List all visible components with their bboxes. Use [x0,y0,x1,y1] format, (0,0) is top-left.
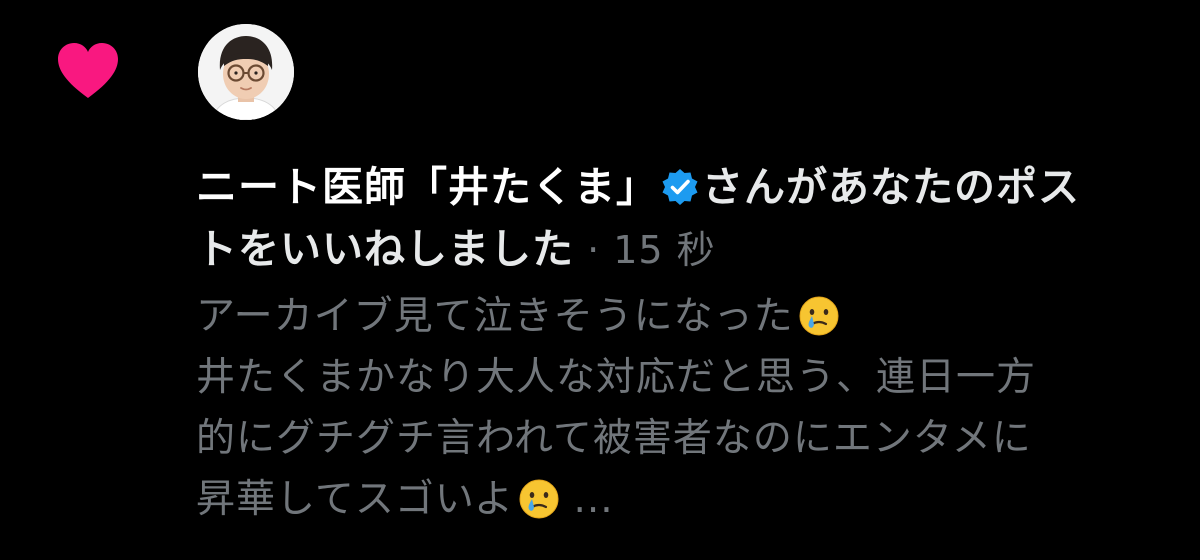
post-text-line-4: 昇華してスゴいよ [196,477,515,522]
liked-post-preview[interactable]: アーカイブ見て泣きそうになった 井たくまかなり大人な対応だと思う、連日一方 的に… [196,286,1176,530]
post-text-line-2: 井たくまかなり大人な対応だと思う、連日一方 [196,355,1037,400]
post-line-2: 井たくまかなり大人な対応だと思う、連日一方 [196,347,1176,408]
action-text-part-2: トをいいねしました [196,225,574,273]
post-text-line-1: アーカイブ見て泣きそうになった [196,294,794,339]
heart-icon [58,43,118,98]
truncation-ellipsis: ... [560,477,614,522]
post-line-1: アーカイブ見て泣きそうになった [196,286,1176,347]
action-text-part-1: さんがあなたのポス [702,163,1080,211]
avatar-portrait-image [198,24,294,120]
meta-separator: · [574,228,614,272]
post-line-4: 昇華してスゴいよ ... [196,469,1176,530]
face-holding-back-tears-emoji-icon [519,479,559,519]
user-name-link[interactable]: ニート医師「井たくま」 [196,163,658,211]
post-line-3: 的にグチグチ言われて被害者なのにエンタメに [196,408,1176,469]
avatar[interactable] [198,24,294,120]
like-notification[interactable]: ニート医師「井たくま」 さんがあなたのポストをいいねしました · 15 秒 アー… [0,0,1200,560]
post-text-line-3: 的にグチグチ言われて被害者なのにエンタメに [196,416,1032,461]
verified-badge-icon [662,169,698,205]
notification-headline: ニート医師「井たくま」 さんがあなたのポストをいいねしました · 15 秒 [196,156,1156,281]
timestamp[interactable]: 15 秒 [613,228,715,272]
face-holding-back-tears-emoji-icon [799,296,839,336]
